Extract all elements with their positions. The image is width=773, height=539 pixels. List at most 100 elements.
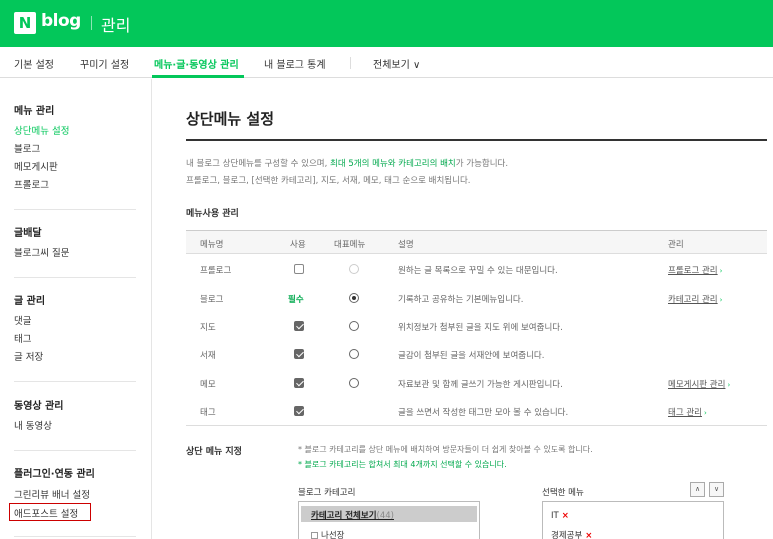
col-representative: 대표메뉴 bbox=[334, 240, 366, 250]
assign-note-2: * 블로그 카테고리는 합쳐서 최대 4개까지 선택할 수 있습니다. bbox=[298, 460, 507, 469]
tab-view-all[interactable]: 전체보기 ∨ bbox=[373, 56, 420, 71]
prologue-manage-link[interactable]: 프롤로그 관리 › bbox=[668, 264, 722, 276]
folder-box-icon bbox=[311, 532, 318, 539]
selected-menu-list[interactable]: IT × 경제공부 × bbox=[542, 501, 724, 539]
sidebar-item-blogc-question[interactable]: 블로그씨 질문 bbox=[14, 245, 69, 259]
memo-board-manage-link[interactable]: 메모게시판 관리 › bbox=[668, 378, 730, 390]
sidebar-item-green-review-banner[interactable]: 그린리뷰 배너 설정 bbox=[14, 487, 90, 501]
item-count: (44) bbox=[376, 511, 394, 521]
sidebar-group-menu: 메뉴 관리 bbox=[14, 106, 55, 117]
sidebar-item-comments[interactable]: 댓글 bbox=[14, 313, 31, 327]
arrow-right-icon: › bbox=[703, 409, 707, 417]
table-row: 블로그 필수 기록하고 공유하는 기본메뉴입니다. 카테고리 관리 › bbox=[186, 284, 767, 313]
description-line-2: 프롤로그, 블로그, [선택한 카테고리], 지도, 서재, 메모, 태그 순으… bbox=[186, 176, 471, 186]
tab-decorate-settings[interactable]: 꾸미기 설정 bbox=[80, 56, 129, 71]
representative-radio[interactable] bbox=[349, 293, 359, 303]
menu-description: 위치정보가 첨부된 글을 지도 위에 보여줍니다. bbox=[398, 323, 563, 333]
use-checkbox[interactable] bbox=[294, 378, 304, 388]
sidebar-divider bbox=[14, 536, 136, 537]
blog-category-label: 블로그 카테고리 bbox=[298, 488, 356, 498]
sidebar-item-my-videos[interactable]: 내 동영상 bbox=[14, 418, 52, 432]
sidebar: 메뉴 관리 상단메뉴 설정 블로그 메모게시판 프롤로그 글배달 블로그씨 질문… bbox=[0, 79, 152, 539]
menu-name: 서재 bbox=[200, 351, 216, 361]
sidebar-group-posts: 글 관리 bbox=[14, 296, 46, 307]
col-menu-name: 메뉴명 bbox=[200, 240, 224, 250]
blog-category-list[interactable]: 카테고리 전체보기(44) 나선장 bbox=[298, 501, 480, 539]
menu-table-header: 메뉴명 사용 대표메뉴 설명 관리 bbox=[186, 230, 767, 254]
tab-divider bbox=[350, 57, 351, 69]
use-checkbox[interactable] bbox=[294, 406, 304, 416]
item-label: 나선장 bbox=[321, 531, 345, 539]
sidebar-group-delivery: 글배달 bbox=[14, 228, 42, 239]
item-label: IT bbox=[551, 511, 559, 521]
table-row: 태그 글을 쓰면서 작성한 태그만 모아 볼 수 있습니다. 태그 관리 › bbox=[186, 397, 767, 426]
use-checkbox[interactable] bbox=[294, 349, 304, 359]
table-bottom-rule bbox=[186, 425, 767, 426]
sidebar-item-memo-board[interactable]: 메모게시판 bbox=[14, 159, 58, 173]
selected-menu-item[interactable]: 경제공부 × bbox=[551, 529, 592, 539]
sidebar-divider bbox=[14, 381, 136, 382]
item-label: 카테고리 전체보기 bbox=[311, 511, 377, 521]
selected-menu-item[interactable]: IT × bbox=[551, 511, 569, 521]
menu-description: 원하는 글 목록으로 꾸밀 수 있는 대문입니다. bbox=[398, 266, 558, 276]
required-label: 필수 bbox=[288, 295, 304, 305]
table-row: 서재 글감이 첨부된 글을 서재안에 보여줍니다. bbox=[186, 340, 767, 369]
section-menu-usage: 메뉴사용 관리 bbox=[186, 209, 239, 219]
menu-name: 메모 bbox=[200, 380, 216, 390]
menu-name: 블로그 bbox=[200, 295, 224, 305]
adpost-highlight-box bbox=[9, 503, 91, 521]
col-manage: 관리 bbox=[668, 240, 684, 250]
arrow-right-icon: › bbox=[727, 381, 731, 389]
page-title: 상단메뉴 설정 bbox=[186, 110, 275, 128]
col-use: 사용 bbox=[290, 240, 306, 250]
remove-x-icon[interactable]: × bbox=[562, 511, 569, 521]
use-checkbox[interactable] bbox=[294, 321, 304, 331]
top-bar: N blog 관리 bbox=[0, 0, 773, 47]
arrow-right-icon: › bbox=[719, 267, 723, 275]
tab-basic-settings[interactable]: 기본 설정 bbox=[14, 56, 54, 71]
naver-logo-icon[interactable]: N bbox=[14, 12, 36, 34]
section-top-menu-assign: 상단 메뉴 지정 bbox=[186, 447, 242, 457]
use-checkbox[interactable] bbox=[294, 264, 304, 274]
category-all-item[interactable]: 카테고리 전체보기(44) bbox=[311, 509, 394, 521]
menu-description: 글을 쓰면서 작성한 태그만 모아 볼 수 있습니다. bbox=[398, 408, 569, 418]
move-down-button[interactable]: ∨ bbox=[709, 482, 724, 497]
sidebar-item-prologue[interactable]: 프롤로그 bbox=[14, 177, 49, 191]
item-label: 경제공부 bbox=[551, 531, 583, 539]
representative-radio bbox=[349, 264, 359, 274]
representative-radio[interactable] bbox=[349, 321, 359, 331]
link-label: 메모게시판 관리 bbox=[668, 380, 726, 390]
assign-note-1: * 블로그 카테고리를 상단 메뉴에 배치하여 방문자들이 더 쉽게 찾아볼 수… bbox=[298, 445, 593, 454]
sidebar-item-post-save[interactable]: 글 저장 bbox=[14, 349, 43, 363]
menu-description: 글감이 첨부된 글을 서재안에 보여줍니다. bbox=[398, 351, 545, 361]
desc-text: 내 블로그 상단메뉴를 구성할 수 있으며, bbox=[186, 159, 328, 169]
menu-description: 기록하고 공유하는 기본메뉴입니다. bbox=[398, 295, 524, 305]
desc-text: 가 가능합니다. bbox=[455, 159, 509, 169]
move-up-button[interactable]: ∧ bbox=[690, 482, 705, 497]
representative-radio[interactable] bbox=[349, 349, 359, 359]
active-tab-indicator bbox=[152, 75, 244, 78]
sidebar-item-top-menu[interactable]: 상단메뉴 설정 bbox=[14, 123, 69, 137]
menu-name: 프롤로그 bbox=[200, 266, 232, 276]
category-manage-link[interactable]: 카테고리 관리 › bbox=[668, 293, 722, 305]
sidebar-group-video: 동영상 관리 bbox=[14, 401, 64, 412]
link-label: 카테고리 관리 bbox=[668, 295, 718, 305]
sidebar-divider bbox=[14, 209, 136, 210]
table-row: 지도 위치정보가 첨부된 글을 지도 위에 보여줍니다. bbox=[186, 312, 767, 341]
tab-menu-post-video[interactable]: 메뉴·글·동영상 관리 bbox=[154, 56, 239, 71]
sidebar-item-blog[interactable]: 블로그 bbox=[14, 141, 40, 155]
main-tabs: 기본 설정 꾸미기 설정 메뉴·글·동영상 관리 내 블로그 통계 전체보기 ∨ bbox=[0, 47, 773, 78]
sidebar-divider bbox=[14, 277, 136, 278]
sidebar-divider bbox=[14, 450, 136, 451]
menu-name: 태그 bbox=[200, 408, 216, 418]
title-rule bbox=[186, 139, 767, 141]
menu-description: 자료보관 및 함께 글쓰기 가능한 게시판입니다. bbox=[398, 380, 563, 390]
tag-manage-link[interactable]: 태그 관리 › bbox=[668, 406, 707, 418]
representative-radio[interactable] bbox=[349, 378, 359, 388]
menu-name: 지도 bbox=[200, 323, 216, 333]
sidebar-item-tags[interactable]: 태그 bbox=[14, 331, 31, 345]
category-item[interactable]: 나선장 bbox=[311, 529, 344, 539]
remove-x-icon[interactable]: × bbox=[585, 531, 592, 539]
tab-blog-stats[interactable]: 내 블로그 통계 bbox=[264, 56, 326, 71]
blog-logo[interactable]: blog bbox=[41, 11, 81, 31]
